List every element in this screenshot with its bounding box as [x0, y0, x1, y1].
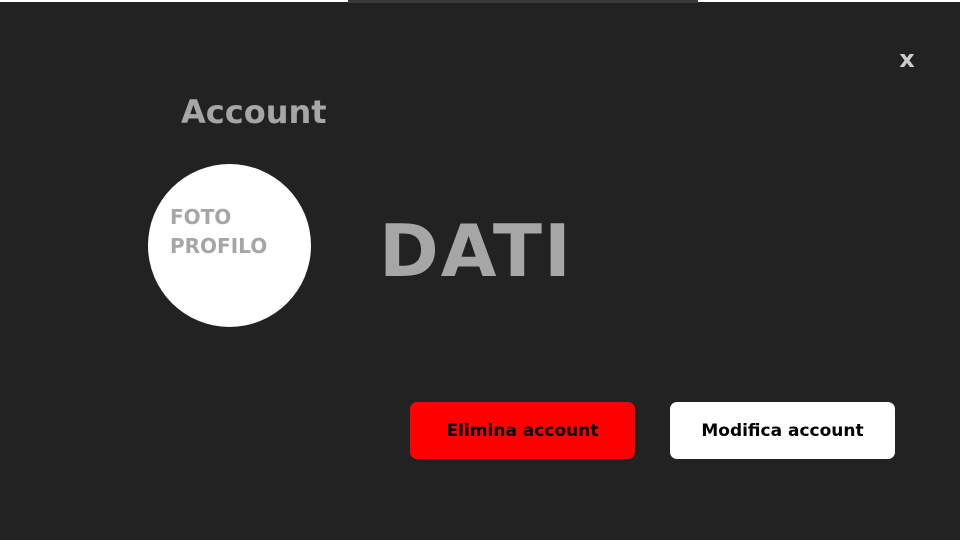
- delete-account-button[interactable]: Elimina account: [410, 402, 635, 459]
- close-button[interactable]: x: [890, 42, 924, 76]
- account-dialog: x Account FOTO PROFILO DATI Elimina acco…: [0, 0, 960, 540]
- delete-account-label: Elimina account: [446, 420, 599, 441]
- profile-photo-label-line1: FOTO: [170, 205, 232, 229]
- profile-photo[interactable]: FOTO PROFILO: [148, 164, 311, 327]
- edit-account-label: Modifica account: [701, 420, 864, 441]
- top-notch: [348, 0, 698, 3]
- page-title: Account: [181, 93, 327, 131]
- edit-account-button[interactable]: Modifica account: [670, 402, 895, 459]
- profile-photo-label-line2: PROFILO: [170, 234, 268, 258]
- account-data-placeholder: DATI: [379, 209, 573, 293]
- close-icon: x: [899, 45, 915, 73]
